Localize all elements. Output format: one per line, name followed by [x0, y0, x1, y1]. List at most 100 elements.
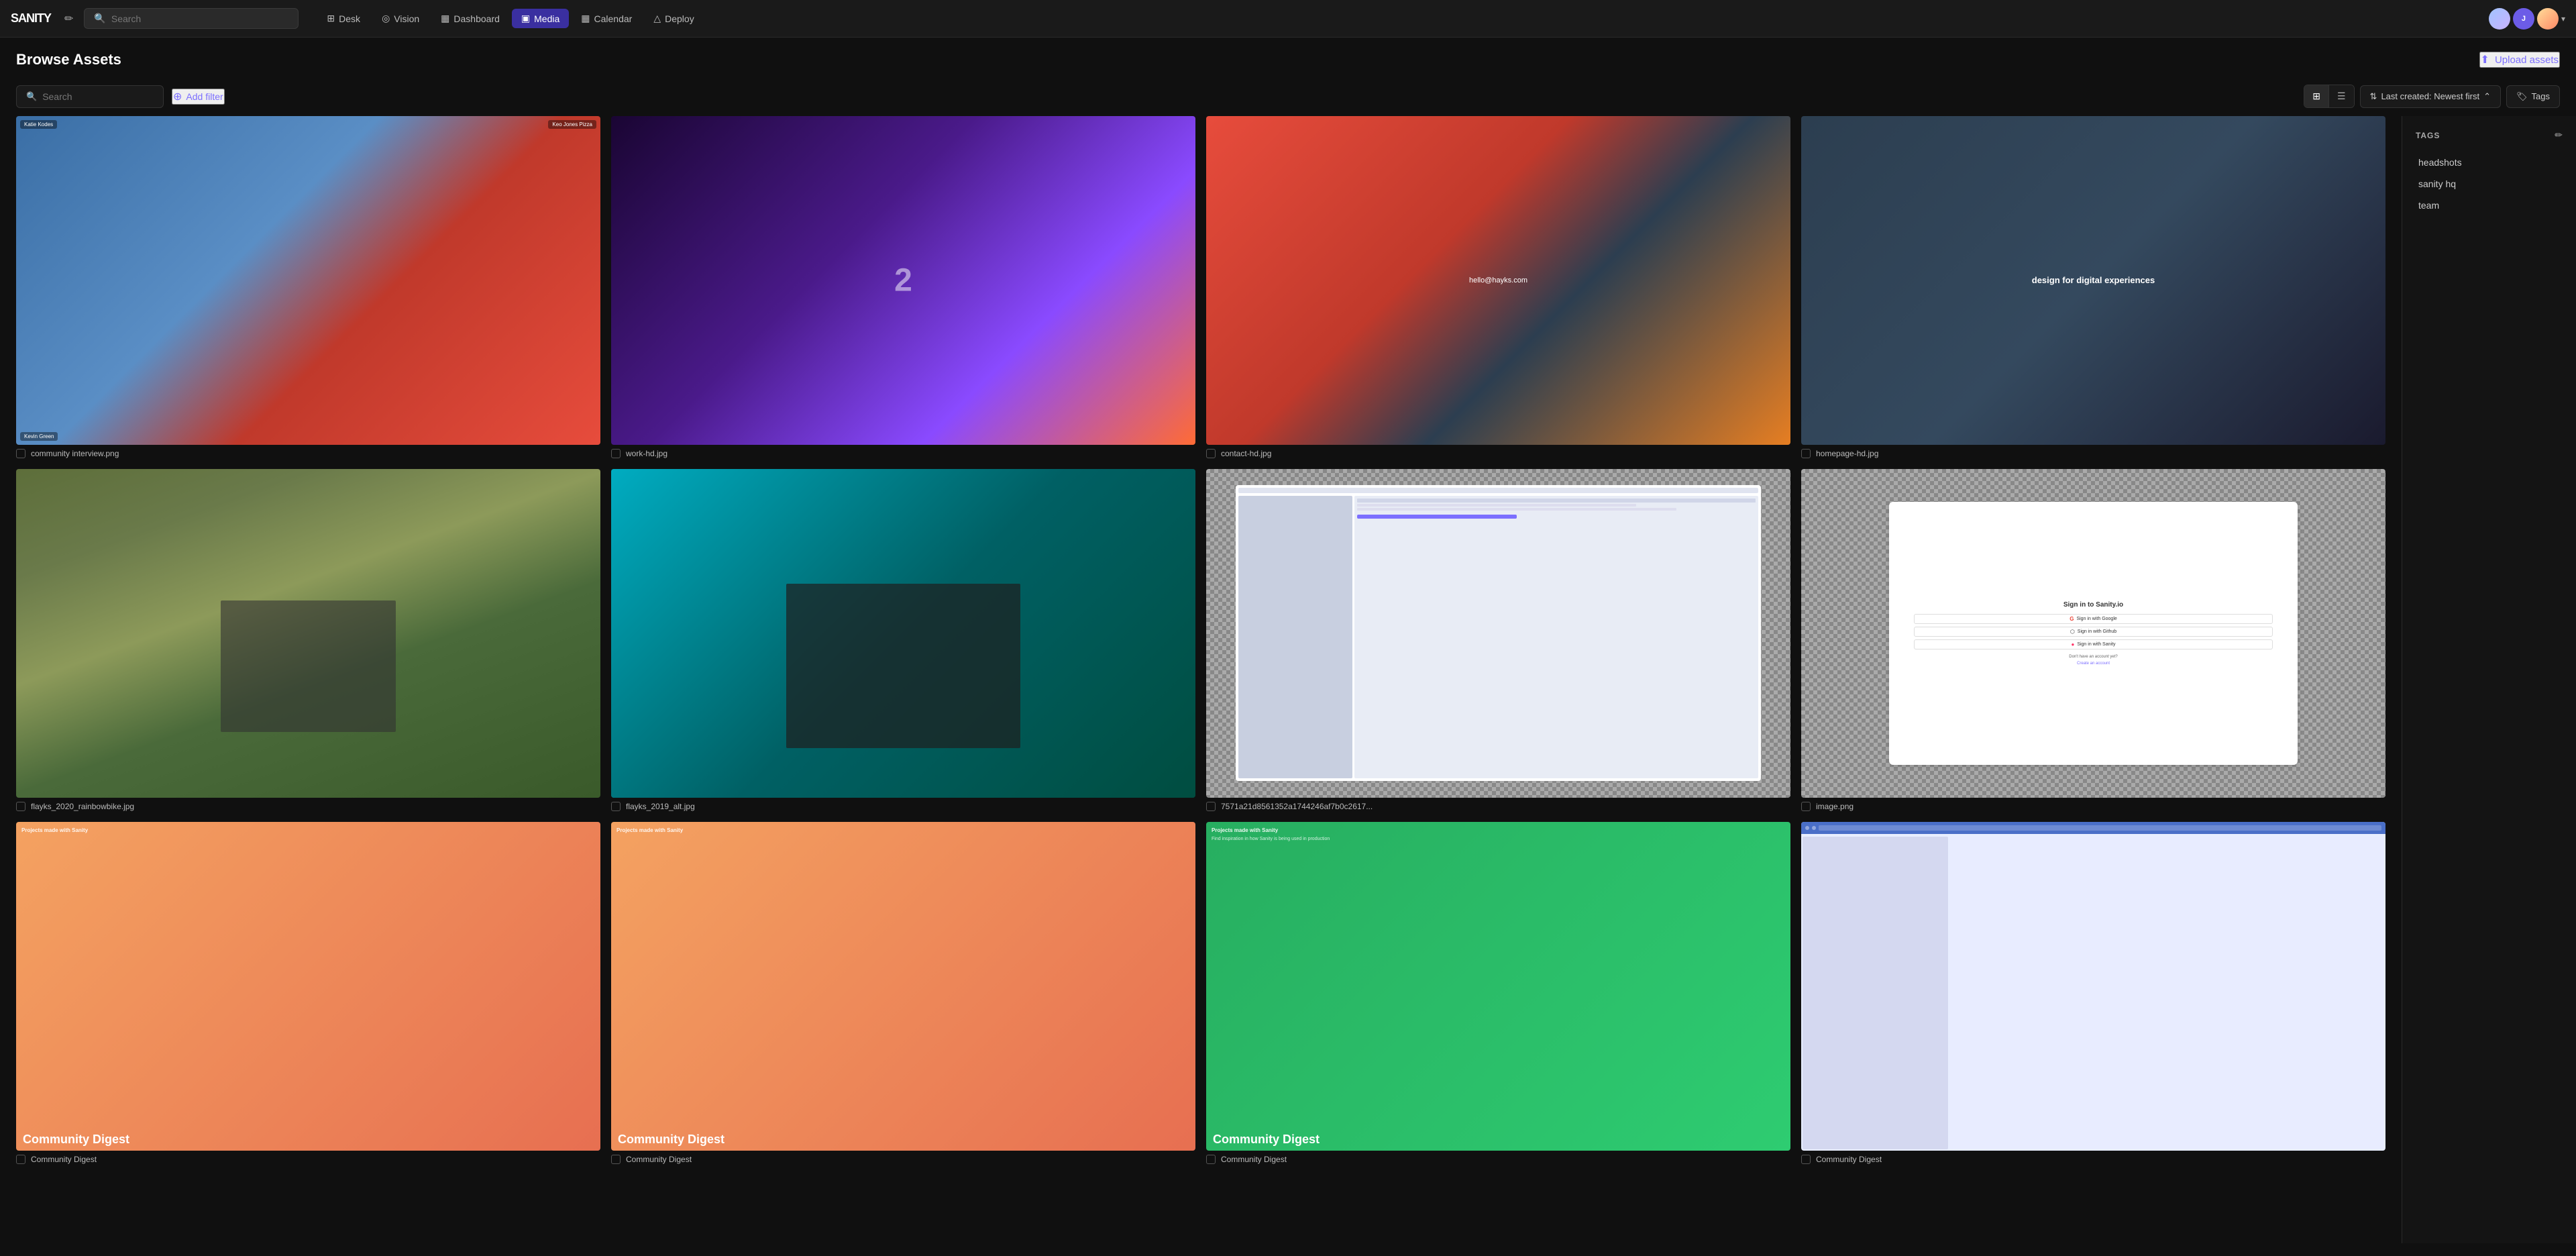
- search-filter-bar[interactable]: 🔍: [16, 85, 164, 108]
- asset-label: 7571a21d8561352a1744246af7b0c2617...: [1206, 802, 1790, 811]
- grid-inner: Katie Kodes Keo Jones Pizza Kevin Green …: [16, 116, 2385, 1164]
- asset-thumbnail: Projects made with Sanity Community Dige…: [611, 822, 1195, 1151]
- asset-thumbnail: [1206, 469, 1790, 798]
- list-item[interactable]: flayks_2020_rainbowbike.jpg: [16, 469, 600, 811]
- list-item[interactable]: 2 work-hd.jpg: [611, 116, 1195, 458]
- asset-label: homepage-hd.jpg: [1801, 449, 2385, 458]
- asset-checkbox[interactable]: [1801, 802, 1811, 811]
- view-toggle: ⊞ ☰: [2304, 85, 2354, 108]
- tag-item-team[interactable]: team: [2416, 195, 2563, 216]
- grid-icon: ⊞: [2312, 91, 2320, 102]
- search-icon: 🔍: [94, 13, 105, 24]
- filter-search-icon: 🔍: [26, 91, 37, 102]
- asset-label: flayks_2019_alt.jpg: [611, 802, 1195, 811]
- list-item[interactable]: Projects made with Sanity Community Dige…: [611, 822, 1195, 1164]
- media-icon: ▣: [521, 13, 530, 24]
- filter-search-input[interactable]: [42, 91, 154, 102]
- sort-chevron-icon: ⌃: [2483, 91, 2491, 102]
- asset-label: Community Digest: [1206, 1155, 1790, 1164]
- topnav: SANITY ✏ 🔍 ⊞ Desk ◎ Vision ▦ Dashboard ▣…: [0, 0, 2576, 38]
- logo: SANITY: [11, 11, 51, 25]
- asset-label: work-hd.jpg: [611, 449, 1195, 458]
- asset-thumbnail: Projects made with Sanity Community Dige…: [16, 822, 600, 1151]
- asset-checkbox[interactable]: [1206, 449, 1216, 458]
- asset-checkbox[interactable]: [16, 449, 25, 458]
- page-header: Browse Assets ⬆ Upload assets: [0, 38, 2576, 79]
- nav-item-calendar[interactable]: ▦ Calendar: [572, 9, 641, 28]
- asset-checkbox[interactable]: [611, 449, 621, 458]
- desk-icon: ⊞: [327, 13, 335, 24]
- asset-thumbnail: [611, 469, 1195, 798]
- upload-icon: ⬆: [2481, 53, 2489, 66]
- asset-label: Community Digest: [1801, 1155, 2385, 1164]
- nav-items: ⊞ Desk ◎ Vision ▦ Dashboard ▣ Media ▦ Ca…: [317, 9, 2475, 28]
- tag-item-headshots[interactable]: headshots: [2416, 152, 2563, 173]
- asset-thumbnail: [1801, 822, 2385, 1151]
- asset-label: Community Digest: [611, 1155, 1195, 1164]
- list-item[interactable]: Community Digest: [1801, 822, 2385, 1164]
- sort-button[interactable]: ⇅ Last created: Newest first ⌃: [2360, 85, 2501, 108]
- tags-panel-title: TAGS: [2416, 131, 2440, 140]
- list-item[interactable]: Projects made with Sanity Community Dige…: [16, 822, 600, 1164]
- asset-checkbox[interactable]: [611, 1155, 621, 1164]
- list-item[interactable]: Projects made with Sanity Find inspirati…: [1206, 822, 1790, 1164]
- avatar-1[interactable]: [2489, 8, 2510, 30]
- asset-thumbnail: [16, 469, 600, 798]
- list-item[interactable]: Sign in to Sanity.io G Sign in with Goog…: [1801, 469, 2385, 811]
- sort-icon: ⇅: [2370, 91, 2377, 102]
- asset-thumbnail: design for digital experiences: [1801, 116, 2385, 445]
- list-item[interactable]: hello@hayks.com contact-hd.jpg: [1206, 116, 1790, 458]
- tags-panel-header: TAGS ✏: [2416, 129, 2563, 141]
- vision-icon: ◎: [382, 13, 390, 24]
- tags-edit-icon[interactable]: ✏: [2555, 129, 2563, 141]
- list-item[interactable]: flayks_2019_alt.jpg: [611, 469, 1195, 811]
- asset-label: Community Digest: [16, 1155, 600, 1164]
- nav-item-deploy[interactable]: △ Deploy: [644, 9, 703, 28]
- tags-panel: TAGS ✏ headshots sanity hq team: [2402, 116, 2576, 1243]
- asset-checkbox[interactable]: [1801, 449, 1811, 458]
- asset-thumbnail: Katie Kodes Keo Jones Pizza Kevin Green: [16, 116, 600, 445]
- grid-view-button[interactable]: ⊞: [2304, 85, 2329, 107]
- list-icon: ☰: [2337, 91, 2346, 102]
- asset-checkbox[interactable]: [1206, 802, 1216, 811]
- list-item[interactable]: Katie Kodes Keo Jones Pizza Kevin Green …: [16, 116, 600, 458]
- asset-checkbox[interactable]: [611, 802, 621, 811]
- asset-label: flayks_2020_rainbowbike.jpg: [16, 802, 600, 811]
- add-filter-button[interactable]: ⊕ Add filter: [172, 89, 225, 105]
- deploy-icon: △: [653, 13, 661, 24]
- asset-grid: Katie Kodes Keo Jones Pizza Kevin Green …: [0, 116, 2402, 1243]
- asset-thumbnail: 2: [611, 116, 1195, 445]
- edit-icon[interactable]: ✏: [64, 12, 73, 25]
- avatar-group: J ▾: [2489, 8, 2565, 30]
- topnav-search-bar[interactable]: 🔍: [84, 8, 299, 29]
- add-filter-icon: ⊕: [173, 90, 182, 103]
- page-title: Browse Assets: [16, 51, 121, 68]
- asset-thumbnail: hello@hayks.com: [1206, 116, 1790, 445]
- asset-label: community interview.png: [16, 449, 600, 458]
- nav-item-media[interactable]: ▣ Media: [512, 9, 569, 28]
- nav-item-desk[interactable]: ⊞ Desk: [317, 9, 370, 28]
- avatar-3[interactable]: [2537, 8, 2559, 30]
- tag-item-sanity-hq[interactable]: sanity hq: [2416, 173, 2563, 195]
- nav-item-dashboard[interactable]: ▦ Dashboard: [431, 9, 509, 28]
- main-content: Katie Kodes Keo Jones Pizza Kevin Green …: [0, 116, 2576, 1243]
- asset-label: image.png: [1801, 802, 2385, 811]
- tags-button[interactable]: 🏷 Tags: [2506, 85, 2560, 108]
- topnav-search-input[interactable]: [111, 13, 289, 24]
- upload-assets-button[interactable]: ⬆ Upload assets: [2479, 52, 2560, 68]
- asset-thumbnail: Sign in to Sanity.io G Sign in with Goog…: [1801, 469, 2385, 798]
- list-view-button[interactable]: ☰: [2329, 85, 2354, 107]
- asset-label: contact-hd.jpg: [1206, 449, 1790, 458]
- tag-icon: 🏷: [2516, 91, 2528, 102]
- nav-item-vision[interactable]: ◎ Vision: [372, 9, 429, 28]
- asset-checkbox[interactable]: [16, 1155, 25, 1164]
- asset-checkbox[interactable]: [16, 802, 25, 811]
- avatar-2[interactable]: J: [2513, 8, 2534, 30]
- asset-thumbnail: Projects made with Sanity Find inspirati…: [1206, 822, 1790, 1151]
- list-item[interactable]: 7571a21d8561352a1744246af7b0c2617...: [1206, 469, 1790, 811]
- list-item[interactable]: design for digital experiences homepage-…: [1801, 116, 2385, 458]
- view-controls: ⊞ ☰ ⇅ Last created: Newest first ⌃ 🏷 Tag…: [2304, 85, 2560, 108]
- asset-checkbox[interactable]: [1206, 1155, 1216, 1164]
- avatar-dropdown-icon[interactable]: ▾: [2561, 14, 2565, 23]
- asset-checkbox[interactable]: [1801, 1155, 1811, 1164]
